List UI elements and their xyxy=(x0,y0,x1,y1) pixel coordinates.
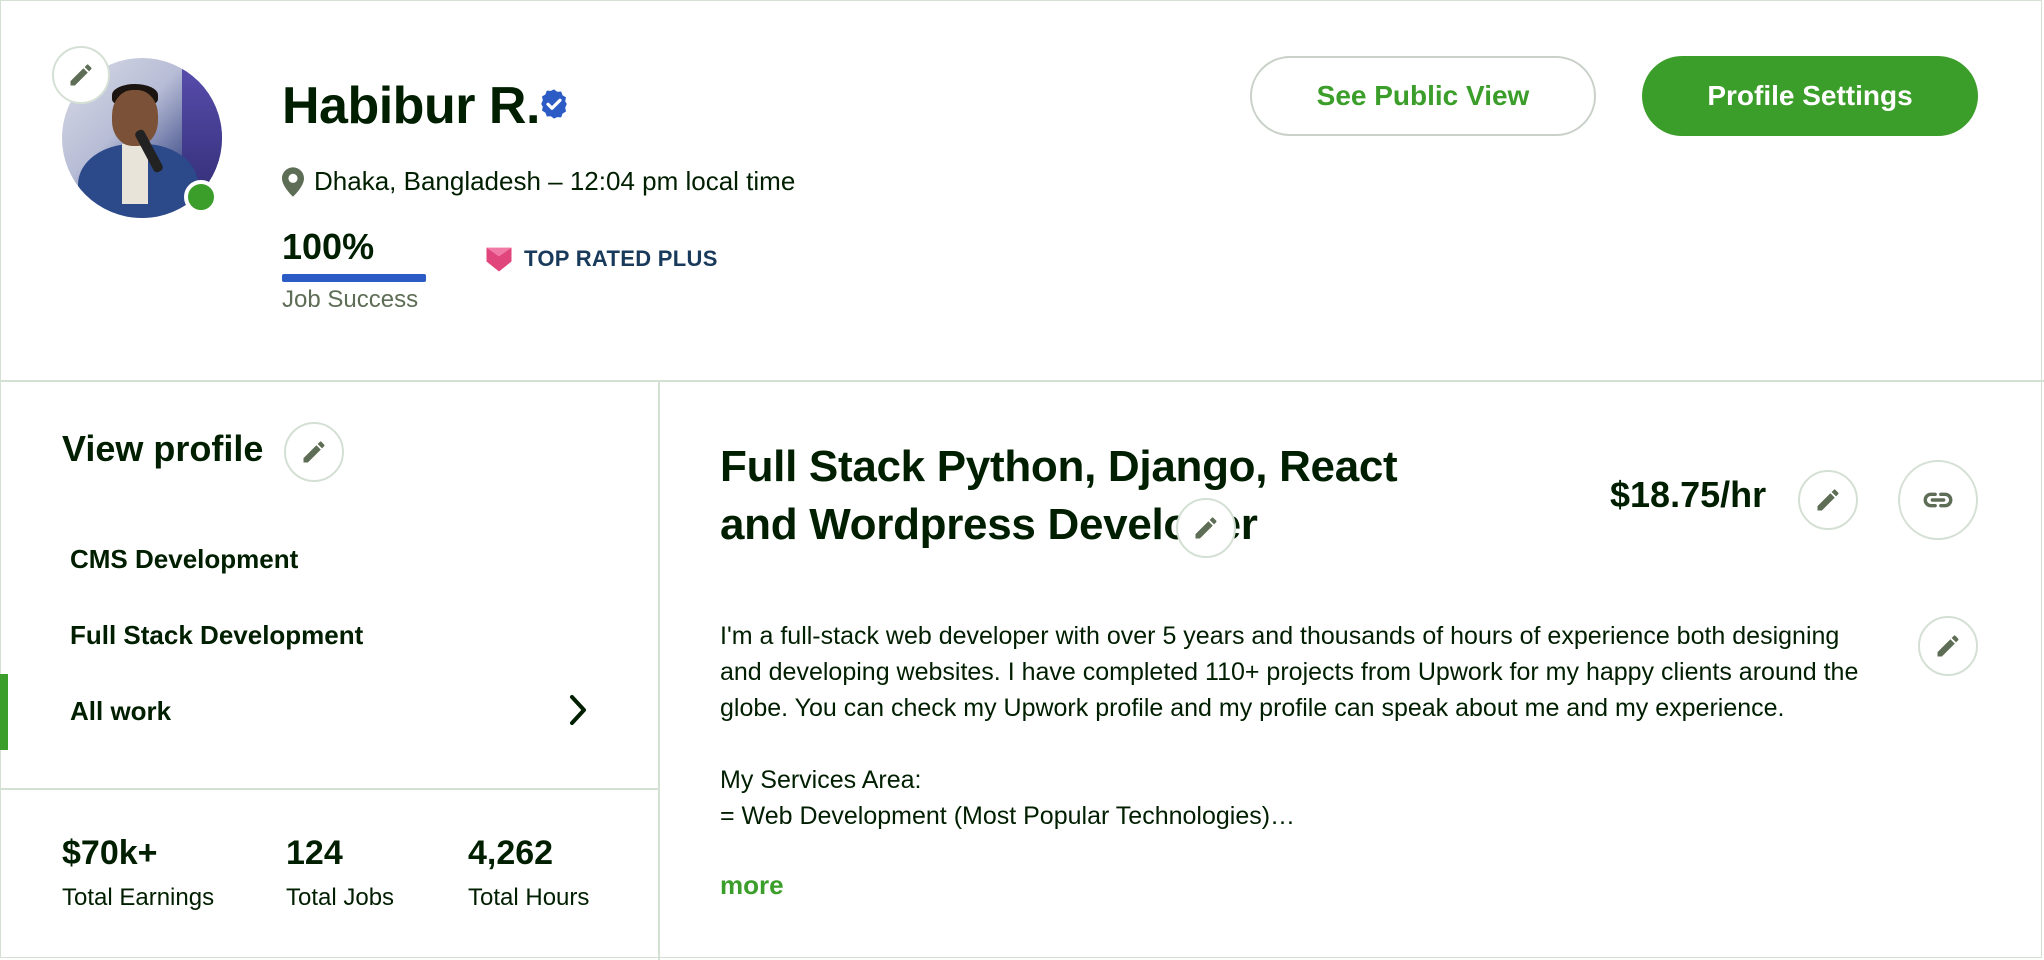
online-status-indicator xyxy=(184,180,218,214)
sidebar-divider xyxy=(658,380,660,960)
profile-settings-button[interactable]: Profile Settings xyxy=(1642,56,1978,136)
total-hours-value: 4,262 xyxy=(468,834,554,872)
edit-title-button[interactable] xyxy=(1176,498,1236,558)
header-divider xyxy=(0,380,2044,382)
profile-title: Full Stack Python, Django, React and Wor… xyxy=(720,442,1398,549)
profile-description: I'm a full-stack web developer with over… xyxy=(720,618,1870,834)
verified-badge-icon xyxy=(541,89,567,119)
pencil-icon xyxy=(303,441,325,463)
job-success-bar-fill xyxy=(282,274,426,282)
services-heading: My Services Area: xyxy=(720,766,922,794)
location-pin-icon xyxy=(282,166,304,197)
active-indicator xyxy=(0,674,8,750)
job-success-label: Job Success xyxy=(282,286,419,313)
pencil-icon xyxy=(1937,635,1959,657)
total-earnings-label: Total Earnings xyxy=(62,884,215,911)
chevron-right-icon[interactable] xyxy=(566,694,590,726)
edit-description-button[interactable] xyxy=(1918,616,1978,676)
link-icon xyxy=(1923,492,1953,508)
job-success-value: 100% xyxy=(282,226,375,267)
edit-rate-button[interactable] xyxy=(1798,470,1858,530)
edit-view-profile-button[interactable] xyxy=(284,422,344,482)
edit-avatar-button[interactable] xyxy=(52,46,110,104)
total-jobs-label: Total Jobs xyxy=(286,884,395,911)
top-rated-plus-badge: TOP RATED PLUS xyxy=(484,244,718,274)
stats-divider xyxy=(0,788,658,790)
see-public-view-button[interactable]: See Public View xyxy=(1250,56,1596,136)
services-item: = Web Development (Most Popular Technolo… xyxy=(720,802,1296,830)
sidebar-item-full-stack-development[interactable]: Full Stack Development xyxy=(70,620,363,651)
badge-label: TOP RATED PLUS xyxy=(524,246,718,271)
sidebar-item-all-work[interactable]: All work xyxy=(70,696,171,727)
total-jobs-value: 124 xyxy=(286,834,343,872)
copy-link-button[interactable] xyxy=(1898,460,1978,540)
description-paragraph: I'm a full-stack web developer with over… xyxy=(720,622,1859,722)
job-success-bar xyxy=(282,274,426,282)
hourly-rate: $18.75/hr xyxy=(1610,474,1767,515)
freelancer-name: Habibur R. xyxy=(282,77,540,135)
more-link[interactable]: more xyxy=(720,870,784,901)
top-rated-plus-icon xyxy=(486,247,512,272)
location-text: Dhaka, Bangladesh – 12:04 pm local time xyxy=(314,166,796,196)
view-profile-title: View profile xyxy=(62,428,264,469)
pencil-icon xyxy=(70,64,92,86)
sidebar-item-cms-development[interactable]: CMS Development xyxy=(70,544,298,575)
pencil-icon xyxy=(1817,489,1839,511)
total-hours-label: Total Hours xyxy=(468,884,590,911)
pencil-icon xyxy=(1195,517,1217,539)
total-earnings-value: $70k+ xyxy=(62,834,158,872)
location-line: Dhaka, Bangladesh – 12:04 pm local time xyxy=(282,166,795,197)
